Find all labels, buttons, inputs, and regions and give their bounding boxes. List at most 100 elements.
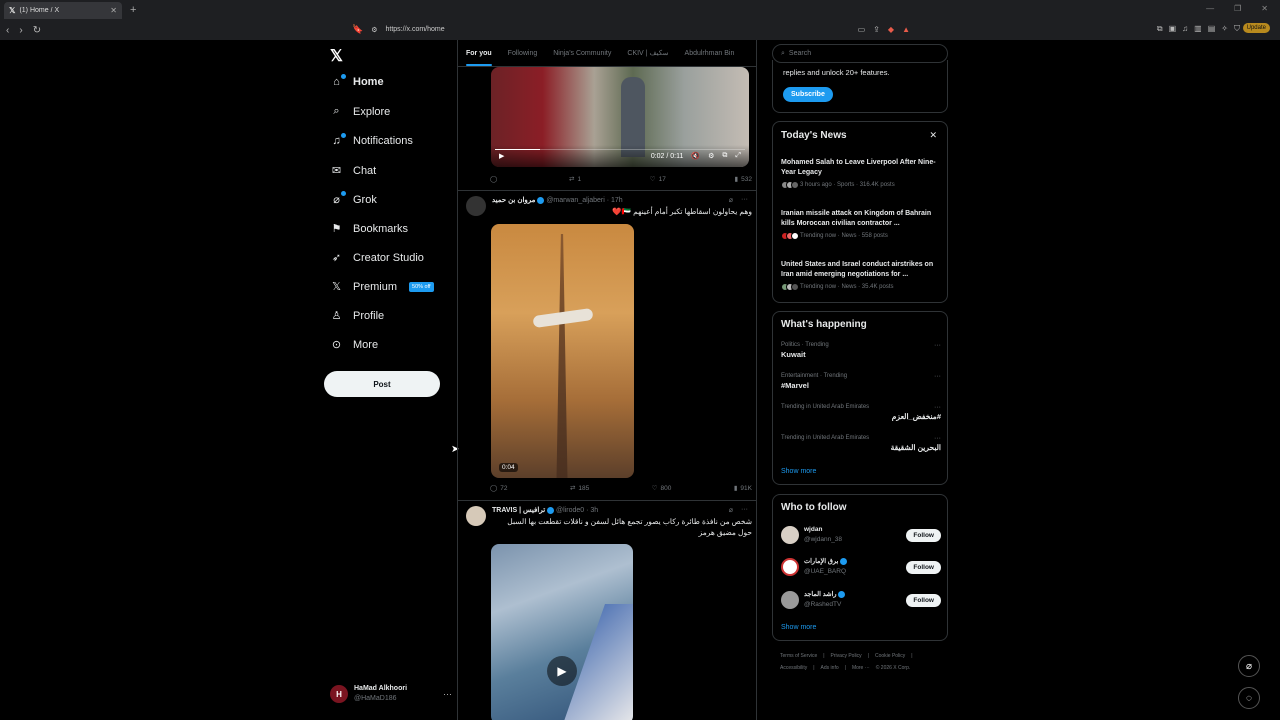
more-icon[interactable]: ··· (741, 506, 748, 514)
grok-icon[interactable]: ⌀ (729, 506, 733, 514)
post-button[interactable]: Post (324, 371, 440, 397)
nav-profile[interactable]: ♙ Profile (330, 309, 385, 323)
more-icon[interactable]: ··· (934, 342, 941, 349)
x-logo-icon[interactable]: 𝕏 (330, 46, 343, 66)
tab-following[interactable]: Following (500, 40, 546, 66)
repost-button[interactable]: ⇄ 1 (569, 175, 581, 184)
nav-home[interactable]: ⌂ Home (330, 74, 384, 88)
follow-button[interactable]: Follow (906, 560, 941, 574)
extension-icon[interactable]: ⧉ (1157, 24, 1163, 34)
url-text[interactable]: https://x.com/home (386, 26, 445, 33)
views-button[interactable]: ▮ 91K (734, 484, 752, 493)
new-tab-icon[interactable]: + (130, 4, 136, 16)
minimize-icon[interactable]: — (1206, 4, 1214, 13)
play-icon[interactable]: ▶ (499, 152, 504, 160)
nav-explore[interactable]: ⌕ Explore (330, 105, 390, 118)
nav-creator-studio[interactable]: ➶ Creator Studio (330, 251, 424, 265)
footer-link[interactable]: Ads info (821, 662, 839, 674)
cast-icon[interactable]: ▭ (858, 25, 866, 34)
news-item[interactable]: United States and Israel conduct airstri… (781, 260, 941, 291)
tab-ckiv[interactable]: CKIV | سكيف (619, 40, 676, 66)
more-icon[interactable]: ··· (934, 435, 941, 442)
nav-grok[interactable]: ⌀ Grok (330, 191, 377, 206)
video-progress[interactable] (495, 149, 745, 150)
follow-button[interactable]: Follow (906, 528, 941, 542)
footer-link[interactable]: Cookie Policy (875, 650, 905, 662)
reply-button[interactable]: ◯ 72 (490, 484, 508, 493)
like-button[interactable]: ♡ 17 (650, 175, 666, 184)
footer-link[interactable]: Accessibility (780, 662, 807, 674)
close-window-icon[interactable]: ✕ (1261, 4, 1268, 13)
repost-button[interactable]: ⇄ 185 (570, 484, 589, 493)
address-bar[interactable]: 🔖 ⚙ https://x.com/home ▭ ⇪ ◆ ▲ (352, 22, 910, 37)
post-video[interactable]: ▶ (491, 544, 633, 720)
trend-item[interactable]: Trending in United Arab Emirates البحرين… (781, 435, 941, 452)
nav-more[interactable]: ⊙ More (330, 338, 378, 352)
nav-notifications[interactable]: ♫ Notifications (330, 133, 413, 147)
play-icon[interactable]: ▶ (547, 656, 577, 686)
show-more-link[interactable]: Show more (781, 468, 816, 475)
pip-icon[interactable]: ⧉ (722, 152, 727, 160)
search-input[interactable]: ⌕ Search (772, 44, 948, 63)
tab-for-you[interactable]: For you (458, 40, 500, 66)
back-icon[interactable]: ‹ (6, 25, 9, 36)
more-icon[interactable]: ··· (934, 373, 941, 380)
follow-button[interactable]: Follow (906, 593, 941, 607)
share-icon[interactable]: ⇪ (873, 25, 880, 34)
more-icon[interactable]: ··· (934, 404, 941, 411)
subscribe-button[interactable]: Subscribe (783, 87, 833, 102)
close-tab-icon[interactable]: ✕ (110, 6, 117, 15)
post-author-name[interactable]: مروان بن حميد (492, 197, 535, 204)
fullscreen-icon[interactable]: ⤢ (735, 152, 741, 160)
site-info-icon[interactable]: ⚙ (371, 26, 377, 34)
trend-item[interactable]: Entertainment · Trending #Marvel ··· (781, 373, 941, 390)
show-more-link[interactable]: Show more (781, 624, 816, 631)
avatar[interactable] (466, 196, 486, 216)
update-button[interactable]: Update (1242, 23, 1270, 33)
post-author-handle[interactable]: @lirode0 · 3h (556, 507, 598, 514)
mute-icon[interactable]: 🔇 (691, 152, 700, 160)
settings-icon[interactable]: ⚙ (708, 152, 714, 160)
more-icon[interactable]: ··· (443, 689, 452, 699)
sidebar-icon[interactable]: ▥ (1194, 24, 1202, 34)
views-button[interactable]: ▮ 532 (735, 175, 752, 184)
forward-icon[interactable]: › (19, 25, 22, 36)
trend-item[interactable]: Trending in United Arab Emirates #منخفض_… (781, 404, 941, 421)
follow-suggestion[interactable]: برق الإمارات @UAE_BARQ Follow (781, 557, 941, 577)
music-icon[interactable]: ♫ (1182, 24, 1188, 34)
post-video[interactable]: ▶ 0:02 / 0:11 🔇 ⚙ ⧉ ⤢ (491, 67, 749, 167)
post-author-name[interactable]: TRAVIS | ترافيس (492, 507, 545, 514)
nav-premium[interactable]: 𝕏 Premium 50% off (330, 280, 434, 293)
tab-community[interactable]: Ninja's Community (545, 40, 619, 66)
news-item[interactable]: Iranian missile attack on Kingdom of Bah… (781, 209, 941, 240)
news-item[interactable]: Mohamed Salah to Leave Liverpool After N… (781, 158, 941, 189)
nav-bookmarks[interactable]: ⚑ Bookmarks (330, 222, 408, 236)
avatar[interactable] (466, 506, 486, 526)
follow-suggestion[interactable]: wjdan @wjdann_38 Follow (781, 525, 941, 545)
leo-icon[interactable]: ✧ (1221, 24, 1228, 34)
chat-icon[interactable]: ◌ (1238, 687, 1260, 709)
like-button[interactable]: ♡ 800 (652, 484, 672, 493)
grok-icon[interactable]: ⌀ (1238, 655, 1260, 677)
trend-item[interactable]: Politics · Trending Kuwait ··· (781, 342, 941, 359)
account-switcher[interactable]: H HaMad Alkhoori @HaMaD186 ··· (330, 684, 452, 704)
close-icon[interactable]: ✕ (929, 130, 937, 141)
footer-link[interactable]: Privacy Policy (831, 650, 862, 662)
tab-abdulrhman[interactable]: Abdulrhman Bin (677, 40, 743, 66)
vpn-icon[interactable]: ⛉ (1234, 24, 1240, 34)
more-icon[interactable]: ··· (741, 196, 748, 204)
nav-chat[interactable]: ✉ Chat (330, 164, 376, 178)
grok-icon[interactable]: ⌀ (729, 196, 733, 204)
bookmark-page-icon[interactable]: 🔖 (352, 24, 363, 35)
reply-button[interactable]: ◯ (490, 175, 500, 183)
follow-suggestion[interactable]: راشد الماجد @RashedTV Follow (781, 590, 941, 610)
browser-tab[interactable]: 𝕏 (1) Home / X ✕ (4, 1, 122, 19)
brave-shield-icon[interactable]: ◆ (888, 25, 894, 34)
wallet-icon[interactable]: ▤ (1208, 24, 1216, 34)
post-author-handle[interactable]: @marwan_aljaberi · 17h (546, 197, 622, 204)
maximize-icon[interactable]: ❐ (1234, 4, 1241, 13)
footer-link[interactable]: More ··· (852, 662, 870, 674)
rewards-icon[interactable]: ▲ (902, 25, 910, 34)
footer-link[interactable]: Terms of Service (780, 650, 817, 662)
reload-icon[interactable]: ↻ (33, 25, 41, 36)
